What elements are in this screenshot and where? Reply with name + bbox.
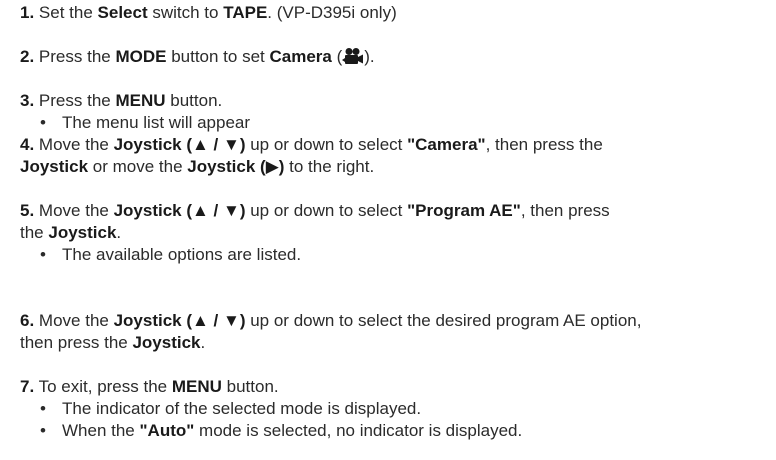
step-5-bullet-1: • The available options are listed. — [40, 244, 760, 266]
step-text: . — [200, 333, 206, 352]
step-text: Press the — [38, 47, 116, 66]
step-text: the — [20, 223, 49, 242]
step-text: up or down to select — [245, 201, 408, 220]
bullet-mark: • — [40, 113, 46, 132]
bullet-text: mode is selected, no indicator is displa… — [194, 421, 523, 440]
step-text: button to set — [166, 47, 270, 66]
step-7-bullet-1: • The indicator of the selected mode is d… — [40, 398, 760, 420]
step-keyword: Joystick (▲ / ▼) — [113, 311, 246, 330]
step-text: ( — [331, 47, 343, 66]
step-6: 6. Move the Joystick (▲ / ▼) up or down … — [20, 310, 770, 332]
step-2: 2. Press the MODE button to set Camera (… — [20, 46, 770, 68]
step-keyword: MODE — [115, 47, 167, 66]
step-keyword: Joystick — [132, 333, 201, 352]
step-text: ). — [364, 47, 375, 66]
step-number: 7. — [20, 377, 35, 396]
step-text: switch to — [147, 3, 224, 22]
step-text: button. — [165, 91, 223, 110]
bullet-text: The indicator of the selected mode is di… — [62, 399, 422, 418]
step-keyword: Camera — [269, 47, 332, 66]
step-text: up or down to select — [245, 135, 408, 154]
step-keyword: MENU — [115, 91, 166, 110]
step-text: , then press — [520, 201, 610, 220]
step-number: 5. — [20, 201, 35, 220]
step-text: up or down to select the desired program… — [245, 311, 642, 330]
step-5-continued: the Joystick. — [20, 222, 770, 244]
instruction-document: 1. Set the Select switch to TAPE. (VP-D3… — [0, 0, 776, 460]
bullet-mark: • — [40, 245, 46, 264]
step-keyword: Joystick (▲ / ▼) — [113, 135, 246, 154]
step-text: Press the — [38, 91, 116, 110]
step-text: Move the — [38, 135, 114, 154]
step-7-bullet-2: • When the "Auto" mode is selected, no in… — [40, 420, 760, 442]
step-keyword: MENU — [171, 377, 222, 396]
step-keyword: Joystick (▶) — [187, 157, 285, 176]
step-keyword: Joystick — [48, 223, 117, 242]
step-text: button. — [221, 377, 279, 396]
step-number: 3. — [20, 91, 35, 110]
step-text: Move the — [38, 311, 114, 330]
step-number: 4. — [20, 135, 35, 154]
step-text: then press the — [20, 333, 133, 352]
bullet-mark: • — [40, 399, 46, 418]
bullet-mark: • — [40, 421, 46, 440]
step-number: 6. — [20, 311, 35, 330]
step-keyword: "Program AE" — [407, 201, 521, 220]
step-text: , then press the — [485, 135, 603, 154]
step-3-bullet-1: • The menu list will appear — [40, 112, 760, 134]
movie-camera-icon — [342, 47, 364, 65]
step-text: or move the — [88, 157, 188, 176]
step-4: 4. Move the Joystick (▲ / ▼) up or down … — [20, 134, 770, 156]
step-keyword: Joystick — [20, 157, 89, 176]
step-6-continued: then press the Joystick. — [20, 332, 770, 354]
bullet-keyword: "Auto" — [139, 421, 195, 440]
step-7: 7. To exit, press the MENU button. — [20, 376, 770, 398]
step-text: Move the — [38, 201, 114, 220]
step-3: 3. Press the MENU button. — [20, 90, 770, 112]
step-4-continued: Joystick or move the Joystick (▶) to the… — [20, 156, 770, 178]
step-text: Set the — [38, 3, 98, 22]
step-text: . — [116, 223, 122, 242]
step-text: to the right. — [284, 157, 375, 176]
bullet-text: The menu list will appear — [62, 113, 251, 132]
step-1: 1. Set the Select switch to TAPE. (VP-D3… — [20, 2, 770, 24]
step-text: . (VP-D395i only) — [267, 3, 397, 22]
step-keyword: Select — [97, 3, 148, 22]
step-keyword: TAPE — [223, 3, 268, 22]
step-keyword: "Camera" — [407, 135, 486, 154]
step-number: 2. — [20, 47, 35, 66]
bullet-text: When the — [62, 421, 140, 440]
step-text: To exit, press the — [38, 377, 172, 396]
bullet-text: The available options are listed. — [62, 245, 302, 264]
step-5: 5. Move the Joystick (▲ / ▼) up or down … — [20, 200, 770, 222]
step-number: 1. — [20, 3, 35, 22]
step-keyword: Joystick (▲ / ▼) — [113, 201, 246, 220]
